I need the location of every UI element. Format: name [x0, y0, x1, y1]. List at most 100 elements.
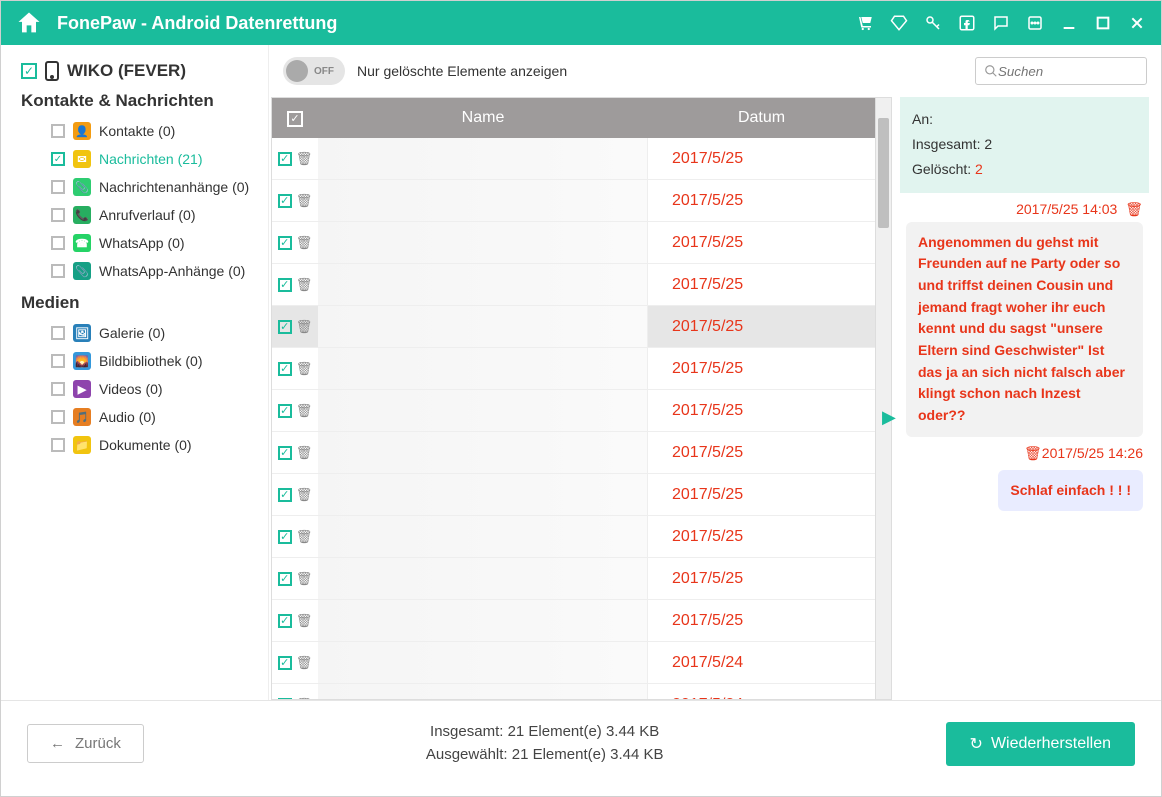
grid-header: ✓ Name Datum	[272, 98, 875, 138]
sidebar-item-audio[interactable]: 🎵Audio (0)	[21, 403, 256, 431]
trash-icon: 🗑	[296, 193, 313, 209]
sidebar-item-contacts[interactable]: 👤Kontakte (0)	[21, 117, 256, 145]
row-date-cell: 2017/5/25	[648, 444, 875, 462]
row-name-cell	[318, 600, 648, 641]
section-contacts-messages: Kontakte & Nachrichten	[21, 91, 256, 111]
row-date-cell: 2017/5/25	[648, 234, 875, 252]
row-checkbox[interactable]: ✓	[278, 404, 292, 418]
row-name-cell	[318, 348, 648, 389]
trash-icon: 🗑	[296, 319, 313, 335]
deleted-only-toggle[interactable]: OFF	[283, 57, 345, 85]
collapse-handle-icon[interactable]: ▶	[882, 407, 896, 428]
table-row[interactable]: ✓ 🗑 2017/5/25	[272, 222, 875, 264]
trash-icon: 🗑	[296, 151, 313, 167]
sidebar-item-messages[interactable]: ✓✉Nachrichten (21)	[21, 145, 256, 173]
trash-icon: 🗑	[1125, 201, 1143, 217]
row-checkbox[interactable]: ✓	[278, 656, 292, 670]
sidebar-item-documents[interactable]: 📁Dokumente (0)	[21, 431, 256, 459]
sidebar-item-gallery[interactable]: 🖼Galerie (0)	[21, 319, 256, 347]
deleted-only-label: Nur gelöschte Elemente anzeigen	[357, 63, 567, 79]
sidebar-item-videos[interactable]: ▶Videos (0)	[21, 375, 256, 403]
row-name-cell	[318, 180, 648, 221]
sidebar-label: Videos (0)	[99, 381, 163, 397]
home-icon[interactable]	[15, 9, 43, 37]
search-box[interactable]	[975, 57, 1147, 85]
row-date-cell: 2017/5/24	[648, 654, 875, 672]
row-date-cell: 2017/5/25	[648, 360, 875, 378]
row-checkbox[interactable]: ✓	[278, 194, 292, 208]
table-row[interactable]: ✓🗑2017/5/25	[272, 348, 875, 390]
row-checkbox[interactable]: ✓	[278, 152, 292, 166]
sidebar-item-msg-attachments[interactable]: 📎Nachrichtenanhänge (0)	[21, 173, 256, 201]
row-checkbox[interactable]: ✓	[278, 530, 292, 544]
device-checkbox[interactable]: ✓	[21, 63, 37, 79]
row-checkbox[interactable]: ✓	[278, 278, 292, 292]
table-row[interactable]: ✓🗑2017/5/25	[272, 390, 875, 432]
row-checkbox[interactable]: ✓	[278, 446, 292, 460]
row-name-cell	[318, 516, 648, 557]
search-input[interactable]	[998, 64, 1162, 79]
diamond-icon[interactable]	[889, 13, 909, 33]
message-2-bubble[interactable]: Schlaf einfach ! ! !	[998, 470, 1143, 512]
row-date-cell: 2017/5/25	[648, 570, 875, 588]
cart-icon[interactable]	[855, 13, 875, 33]
back-button[interactable]: ← Zurück	[27, 724, 144, 763]
row-name-cell	[318, 138, 648, 179]
table-row[interactable]: ✓🗑2017/5/25	[272, 180, 875, 222]
sidebar-item-whatsapp[interactable]: ☎ WhatsApp (0)	[21, 229, 256, 257]
row-checkbox[interactable]: ✓	[278, 698, 292, 700]
table-row[interactable]: ✓🗑2017/5/25	[272, 264, 875, 306]
row-name-cell	[318, 558, 648, 599]
whatsapp-attach-icon: 📎	[73, 262, 91, 280]
minimize-icon[interactable]	[1059, 13, 1079, 33]
col-name[interactable]: Name	[318, 109, 648, 127]
maximize-icon[interactable]	[1093, 13, 1113, 33]
sidebar-item-whatsapp-attachments[interactable]: 📎WhatsApp-Anhänge (0)	[21, 257, 256, 285]
message-1-bubble[interactable]: Angenommen du gehst mit Freunden auf ne …	[906, 222, 1143, 437]
table-row[interactable]: ✓🗑2017/5/25	[272, 558, 875, 600]
total-line: Insgesamt: 21 Element(e) 3.44 KB	[144, 721, 946, 744]
table-row[interactable]: ✓🗑2017/5/25	[272, 600, 875, 642]
total-value: 2	[984, 136, 992, 152]
restore-label: Wiederherstellen	[991, 735, 1111, 753]
feedback-icon[interactable]	[991, 13, 1011, 33]
sidebar-label: WhatsApp (0)	[99, 235, 185, 251]
scrollbar[interactable]	[876, 97, 892, 700]
row-name-cell	[318, 474, 648, 515]
grid-body[interactable]: ✓🗑2017/5/25✓🗑2017/5/25✓🗑2017/5/25✓🗑2017/…	[272, 138, 875, 699]
row-checkbox[interactable]: ✓	[278, 362, 292, 376]
sidebar-label: Audio (0)	[99, 409, 156, 425]
sidebar-label: Anrufverlauf (0)	[99, 207, 195, 223]
table-row[interactable]: ✓ 🗑 2017/5/25	[272, 306, 875, 348]
table-row[interactable]: ✓🗑2017/5/25	[272, 516, 875, 558]
deleted-value: 2	[975, 161, 983, 177]
scrollbar-thumb[interactable]	[878, 118, 889, 228]
row-checkbox[interactable]: ✓	[278, 572, 292, 586]
row-checkbox[interactable]: ✓	[278, 614, 292, 628]
select-all-checkbox[interactable]: ✓	[287, 111, 303, 127]
close-icon[interactable]	[1127, 13, 1147, 33]
sidebar-item-picture-library[interactable]: 🌄Bildbibliothek (0)	[21, 347, 256, 375]
titlebar: FonePaw - Android Datenrettung	[1, 1, 1161, 45]
row-checkbox[interactable]: ✓	[278, 488, 292, 502]
key-icon[interactable]	[923, 13, 943, 33]
facebook-icon[interactable]	[957, 13, 977, 33]
whatsapp-icon: ☎	[73, 234, 91, 252]
trash-icon: 🗑	[296, 529, 313, 545]
table-row[interactable]: ✓🗑2017/5/25	[272, 138, 875, 180]
table-row[interactable]: ✓🗑2017/5/25	[272, 432, 875, 474]
table-row[interactable]: ✓🗑2017/5/25	[272, 474, 875, 516]
titlebar-icons	[855, 13, 1147, 33]
restore-button[interactable]: ↻ Wiederherstellen	[946, 722, 1135, 766]
table-row[interactable]: ✓🗑2017/5/24	[272, 642, 875, 684]
device-row[interactable]: ✓ WIKO (FEVER)	[21, 61, 256, 81]
sidebar-item-call-log[interactable]: 📞Anrufverlauf (0)	[21, 201, 256, 229]
row-checkbox[interactable]: ✓	[278, 320, 292, 334]
row-checkbox[interactable]: ✓	[278, 236, 292, 250]
menu-icon[interactable]	[1025, 13, 1045, 33]
col-date[interactable]: Datum	[648, 109, 875, 127]
trash-icon: 🗑	[296, 235, 313, 251]
row-name-cell	[318, 306, 648, 347]
row-date-cell: 2017/5/25	[648, 318, 875, 336]
table-row[interactable]: ✓🗑2017/5/24	[272, 684, 875, 699]
